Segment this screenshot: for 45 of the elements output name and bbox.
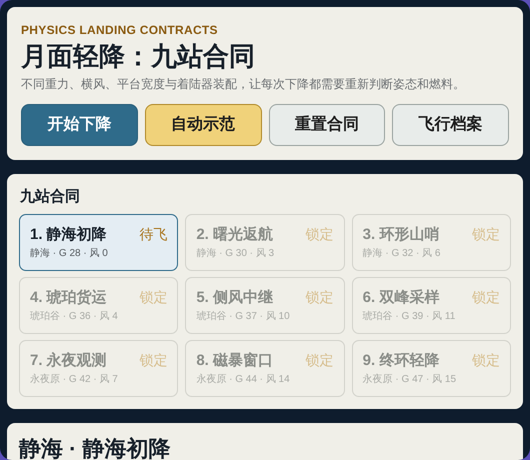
eyebrow-label: PHYSICS LANDING CONTRACTS: [21, 23, 219, 37]
station-status: 锁定: [472, 351, 500, 370]
station-status: 锁定: [139, 288, 168, 307]
station-name: 8. 磁暴窗口: [196, 351, 274, 371]
station-status: 锁定: [472, 288, 500, 307]
station-name: 2. 曙光返航: [196, 225, 274, 245]
page-title: 月面轻降：九站合同: [21, 40, 256, 73]
station-info: 永夜原 · G 44 · 风 14: [196, 373, 291, 387]
action-button[interactable]: 飞行档案: [392, 104, 509, 146]
action-button[interactable]: 自动示范: [144, 104, 262, 146]
station-info: 琥珀谷 · G 39 · 风 11: [362, 310, 456, 324]
station-tile[interactable]: 5. 侧风中继 锁定 琥珀谷 · G 37 · 风 10: [185, 277, 345, 334]
station-tile[interactable]: 1. 静海初降 待飞 静海 · G 28 · 风 0: [19, 214, 178, 271]
station-info: 静海 · G 32 · 风 6: [362, 247, 442, 261]
station-status: 锁定: [306, 225, 334, 244]
station-name: 6. 双峰采样: [362, 288, 440, 308]
station-info: 静海 · G 30 · 风 3: [196, 247, 276, 261]
station-tile[interactable]: 2. 曙光返航 锁定 静海 · G 30 · 风 3: [185, 214, 345, 271]
station-info: 永夜原 · G 42 · 风 7: [30, 373, 119, 387]
station-tile[interactable]: 3. 环形山哨 锁定 静海 · G 32 · 风 6: [352, 214, 511, 271]
station-info: 琥珀谷 · G 36 · 风 4: [30, 310, 119, 324]
station-tile[interactable]: 4. 琥珀货运 锁定 琥珀谷 · G 36 · 风 4: [19, 277, 178, 334]
station-tile[interactable]: 6. 双峰采样 锁定 琥珀谷 · G 39 · 风 11: [352, 277, 511, 334]
station-status: 锁定: [139, 351, 168, 370]
subtitle-text: 不同重力、横风、平台宽度与着陆器装配，让每次下降都需要重新判断姿态和燃料。: [21, 76, 466, 92]
station-status: 锁定: [306, 351, 334, 370]
station-name: 4. 琥珀货运: [30, 288, 107, 308]
station-info: 静海 · G 28 · 风 0: [30, 247, 109, 261]
station-status: 锁定: [472, 225, 500, 244]
action-button[interactable]: 开始下降: [21, 104, 138, 146]
station-tile[interactable]: 9. 终环轻降 锁定 永夜原 · G 47 · 风 15: [352, 340, 511, 397]
station-name: 9. 终环轻降: [362, 351, 440, 371]
station-tile[interactable]: 8. 磁暴窗口 锁定 永夜原 · G 44 · 风 14: [185, 340, 345, 397]
station-name: 3. 环形山哨: [362, 225, 440, 245]
station-name: 7. 永夜观测: [30, 351, 107, 371]
station-status: 锁定: [306, 288, 334, 307]
station-info: 永夜原 · G 47 · 风 15: [362, 373, 458, 387]
detail-title: 静海 · 静海初降: [19, 435, 172, 460]
station-info: 琥珀谷 · G 37 · 风 10: [196, 310, 291, 324]
section-title: 九站合同: [20, 187, 81, 207]
station-name: 5. 侧风中继: [196, 288, 274, 308]
station-name: 1. 静海初降: [30, 225, 107, 245]
station-status: 待飞: [139, 225, 168, 244]
station-tile[interactable]: 7. 永夜观测 锁定 永夜原 · G 42 · 风 7: [19, 340, 178, 397]
action-button[interactable]: 重置合同: [268, 104, 386, 146]
